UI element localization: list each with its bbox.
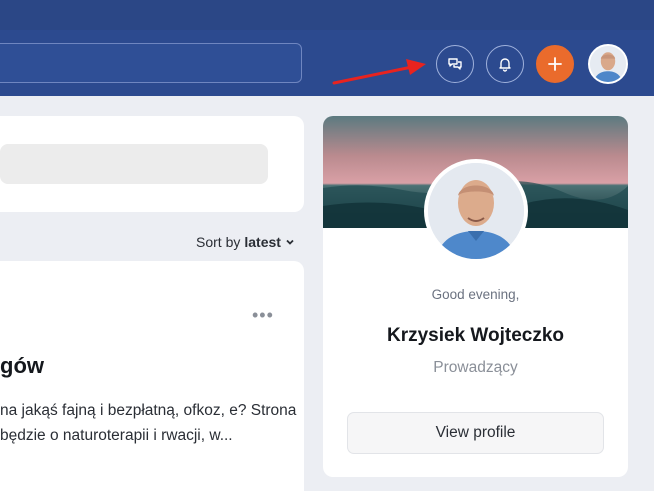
red-arrow-annotation xyxy=(332,59,426,85)
sort-prefix: Sort by xyxy=(196,234,241,250)
plus-icon xyxy=(548,57,562,71)
profile-avatar-image xyxy=(428,163,524,259)
post-card xyxy=(0,261,304,491)
sort-dropdown[interactable]: Sort by latest xyxy=(196,234,295,250)
chevron-down-icon xyxy=(286,239,294,245)
view-profile-button[interactable]: View profile xyxy=(347,412,604,454)
composer-card xyxy=(0,116,304,212)
user-avatar-image xyxy=(590,46,626,82)
composer-input[interactable] xyxy=(0,144,268,184)
post-title[interactable]: gów xyxy=(0,353,44,379)
profile-avatar[interactable] xyxy=(424,159,528,263)
search-input[interactable] xyxy=(0,43,302,83)
sort-value: latest xyxy=(244,234,281,250)
profile-role: Prowadzący xyxy=(433,359,518,376)
topbar-upper-strip xyxy=(0,0,654,30)
messages-button[interactable] xyxy=(436,45,474,83)
profile-name: Krzysiek Wojteczko xyxy=(386,325,565,346)
create-button[interactable] xyxy=(536,45,574,83)
greeting-text: Good evening, xyxy=(431,287,520,302)
more-options-icon[interactable]: ••• xyxy=(252,305,274,326)
bell-icon xyxy=(499,58,511,72)
profile-card: Good evening, Krzysiek Wojteczko Prowadz… xyxy=(323,116,628,477)
user-avatar-button[interactable] xyxy=(588,44,628,84)
chat-bubbles-icon xyxy=(448,58,462,70)
notifications-button[interactable] xyxy=(486,45,524,83)
post-excerpt: na jakąś fajną i bezpłatną, ofkoz, e? St… xyxy=(0,402,297,444)
